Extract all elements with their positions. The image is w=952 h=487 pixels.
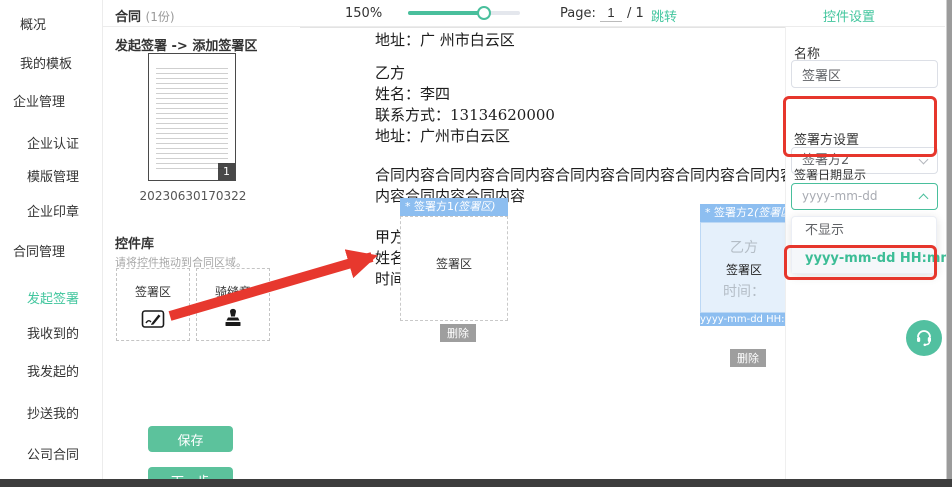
date-display-select[interactable]: yyyy-mm-dd HH:mm:s <box>791 183 938 210</box>
app-window: 概况 我的模板 企业管理 企业认证 模版管理 企业印章 合同管理 发起签署 我收… <box>0 0 952 487</box>
sidebar-item-cc-me[interactable]: 抄送我的 <box>27 403 79 422</box>
control-paging-seal[interactable]: 骑缝章 <box>196 268 270 341</box>
dropdown-option-none[interactable]: 不显示 <box>792 217 936 245</box>
topbar: 合同 (1份) 150% Page: / 1 跳转 控件设置 <box>103 0 945 27</box>
zoom-slider-fill <box>408 11 484 15</box>
page-thumbnail[interactable]: 1 <box>148 53 236 181</box>
control-signature-label: 签署区 <box>117 283 189 300</box>
thumbnail-preview-lines <box>156 64 228 170</box>
sidebar: 概况 我的模板 企业管理 企业认证 模版管理 企业印章 合同管理 发起签署 我收… <box>0 0 103 487</box>
sidebar-item-company-contracts[interactable]: 公司合同 <box>27 444 79 463</box>
signature-widget-2-header[interactable]: * 签署方2(签署区) <box>700 204 785 222</box>
sidebar-item-enterprise-mgmt[interactable]: 企业管理 <box>13 91 65 110</box>
window-bottom-edge <box>0 479 952 487</box>
stamp-icon <box>222 308 244 330</box>
sidebar-item-label: 企业管理 <box>13 95 65 110</box>
widget-2-ghost-time: 时间： <box>701 281 785 301</box>
sidebar-item-template-mgmt[interactable]: 模版管理 <box>27 166 79 185</box>
page-total: / 1 <box>627 6 644 21</box>
sidebar-item-contract-mgmt[interactable]: 合同管理 <box>13 241 65 260</box>
date-display-label: 签署日期显示 <box>794 166 866 183</box>
zoom-percentage: 150% <box>345 6 382 21</box>
widget-name-input[interactable] <box>791 60 938 88</box>
doc-party-b: 乙方 <box>375 62 405 83</box>
signature-widget-2-body[interactable]: 乙方 签署区 时间： <box>700 222 785 313</box>
sidebar-item-my-templates[interactable]: 我的模板 <box>20 53 72 72</box>
contract-title-text: 合同 <box>115 10 141 25</box>
sidebar-item-overview[interactable]: 概况 <box>20 14 46 33</box>
thumbnail-page-badge: 1 <box>218 163 235 180</box>
sidebar-item-enterprise-seal[interactable]: 企业印章 <box>27 201 79 220</box>
document-viewer: 地址：广 州市白云区 乙方 姓名：李四 联系方式：13134620000 地址：… <box>300 27 785 487</box>
signature-widget-1-label: 签署区 <box>401 255 507 272</box>
doc-content-1: 合同内容合同内容合同内容合同内容合同内容合同内容合同内容合同内容合同内 <box>375 164 785 185</box>
zoom-slider-thumb[interactable] <box>477 6 491 20</box>
contract-count: (1份) <box>146 10 175 24</box>
control-library-title: 控件库 <box>115 233 154 252</box>
page-number-input[interactable] <box>600 4 622 22</box>
sidebar-item-label: 合同管理 <box>13 245 65 260</box>
window-right-edge <box>946 0 952 487</box>
control-signature-area[interactable]: 签署区 <box>116 268 190 341</box>
page-label: Page: <box>560 6 596 21</box>
control-seal-label: 骑缝章 <box>197 283 269 300</box>
page-jump-link[interactable]: 跳转 <box>651 6 677 25</box>
delete-widget-1-button[interactable]: 删除 <box>440 324 476 342</box>
sidebar-item-initiate-sign[interactable]: 发起签署 <box>27 288 79 307</box>
zoom-slider[interactable] <box>408 11 520 15</box>
signer-setting-label: 签署方设置 <box>794 129 859 148</box>
sidebar-item-initiated[interactable]: 我发起的 <box>27 361 79 380</box>
customer-service-button[interactable] <box>906 320 942 356</box>
sidebar-item-received[interactable]: 我收到的 <box>27 323 79 342</box>
widget-2-ghost-party: 乙方 <box>701 237 785 257</box>
contract-title: 合同 (1份) <box>115 6 175 25</box>
widget-header-suffix: (签署区) <box>454 200 496 213</box>
chevron-up-icon <box>919 194 929 204</box>
save-button[interactable]: 保存 <box>148 426 233 452</box>
widget-inspector-panel: 名称 签署方设置 签署方2 签署日期显示 yyyy-mm-dd HH:mm:s … <box>785 27 944 487</box>
signature-widget-1-header[interactable]: * 签署方1(签署区) <box>400 198 508 216</box>
thumbnail-caption: 20230630170322 <box>103 189 283 203</box>
chevron-down-icon <box>919 155 929 165</box>
signature-pen-icon <box>141 308 165 330</box>
date-display-dropdown: 不显示 yyyy-mm-dd HH:mm:ss <box>791 216 937 274</box>
signature-widget-1-body[interactable]: 签署区 <box>400 216 508 321</box>
signature-widget-2-label: 签署区 <box>701 261 785 278</box>
signature-widget-1[interactable]: * 签署方1(签署区) 签署区 删除 <box>400 198 508 321</box>
signature-widget-2[interactable]: * 签署方2(签署区) 乙方 签署区 时间： yyyy-mm-dd HH:mm … <box>700 204 785 326</box>
doc-phone: 联系方式：13134620000 <box>375 104 555 125</box>
breadcrumb: 发起签署 -> 添加签署区 <box>115 35 257 54</box>
widget-header-text: * 签署方2 <box>705 206 754 219</box>
widget-header-suffix: (签署区) <box>754 206 785 219</box>
headset-icon <box>914 328 934 348</box>
left-tools-panel: 发起签署 -> 添加签署区 1 20230630170322 控件库 请将控件拖… <box>103 27 300 479</box>
doc-address: 地址：广州市白云区 <box>375 125 510 146</box>
widget-2-date-bar: yyyy-mm-dd HH:mm <box>700 313 785 326</box>
dropdown-option-datetime[interactable]: yyyy-mm-dd HH:mm:ss <box>792 245 936 273</box>
sidebar-item-enterprise-auth[interactable]: 企业认证 <box>27 133 79 152</box>
delete-widget-2-button[interactable]: 删除 <box>730 349 766 367</box>
doc-name: 姓名：李四 <box>375 83 450 104</box>
doc-address-top: 地址：广 州市白云区 <box>375 29 515 50</box>
widget-header-text: * 签署方1 <box>405 200 454 213</box>
